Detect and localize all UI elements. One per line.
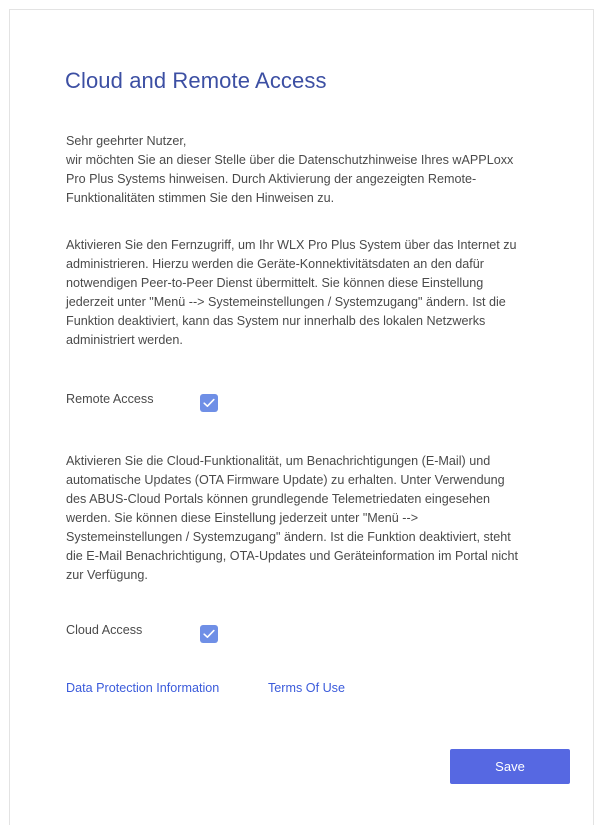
remote-access-checkbox[interactable]	[200, 394, 218, 412]
check-icon	[203, 398, 215, 407]
remote-info-line: Aktivieren Sie den Fernzugriff, um Ihr W…	[66, 238, 517, 252]
intro-line: wir möchten Sie an dieser Stelle über di…	[66, 153, 514, 167]
remote-info-line: Funktion deaktiviert, kann das System nu…	[66, 314, 486, 328]
remote-access-description: Aktivieren Sie den Fernzugriff, um Ihr W…	[66, 236, 571, 350]
intro-line: Pro Plus Systems hinweisen. Durch Aktivi…	[66, 172, 477, 186]
cloud-info-line: zur Verfügung.	[66, 568, 148, 582]
intro-line: Funktionalitäten stimmen Sie den Hinweis…	[66, 191, 335, 205]
cloud-info-line: automatische Updates (OTA Firmware Updat…	[66, 473, 505, 487]
cloud-remote-access-panel: Cloud and Remote Access Sehr geehrter Nu…	[9, 9, 594, 825]
cloud-info-line: des ABUS-Cloud Portals können grundlegen…	[66, 492, 491, 506]
terms-of-use-link[interactable]: Terms Of Use	[268, 681, 345, 695]
cloud-access-description: Aktivieren Sie die Cloud-Funktionalität,…	[66, 452, 571, 585]
remote-info-line: administriert werden.	[66, 333, 183, 347]
cloud-info-line: Systemeinstellungen / Systemzugang" ände…	[66, 530, 511, 544]
remote-info-line: administrieren. Hierzu werden die Geräte…	[66, 257, 484, 271]
remote-info-line: notwendigen Peer-to-Peer Dienst übermitt…	[66, 276, 484, 290]
cloud-info-line: werden. Sie können diese Einstellung jed…	[66, 511, 419, 525]
save-button[interactable]: Save	[450, 749, 570, 784]
cloud-access-checkbox[interactable]	[200, 625, 218, 643]
remote-access-row: Remote Access	[66, 387, 218, 412]
data-protection-link[interactable]: Data Protection Information	[66, 681, 219, 695]
page-title: Cloud and Remote Access	[65, 68, 327, 93]
intro-line: Sehr geehrter Nutzer,	[66, 134, 187, 148]
cloud-access-label: Cloud Access	[66, 623, 143, 637]
check-icon	[203, 629, 215, 638]
remote-access-label: Remote Access	[66, 392, 154, 406]
cloud-info-line: Aktivieren Sie die Cloud-Funktionalität,…	[66, 454, 491, 468]
intro-text: Sehr geehrter Nutzer, wir möchten Sie an…	[66, 132, 571, 208]
remote-info-line: jederzeit unter "Menü --> Systemeinstell…	[66, 295, 506, 309]
cloud-info-line: die E-Mail Benachrichtigung, OTA-Updates…	[66, 549, 518, 563]
cloud-access-row: Cloud Access	[66, 618, 218, 643]
